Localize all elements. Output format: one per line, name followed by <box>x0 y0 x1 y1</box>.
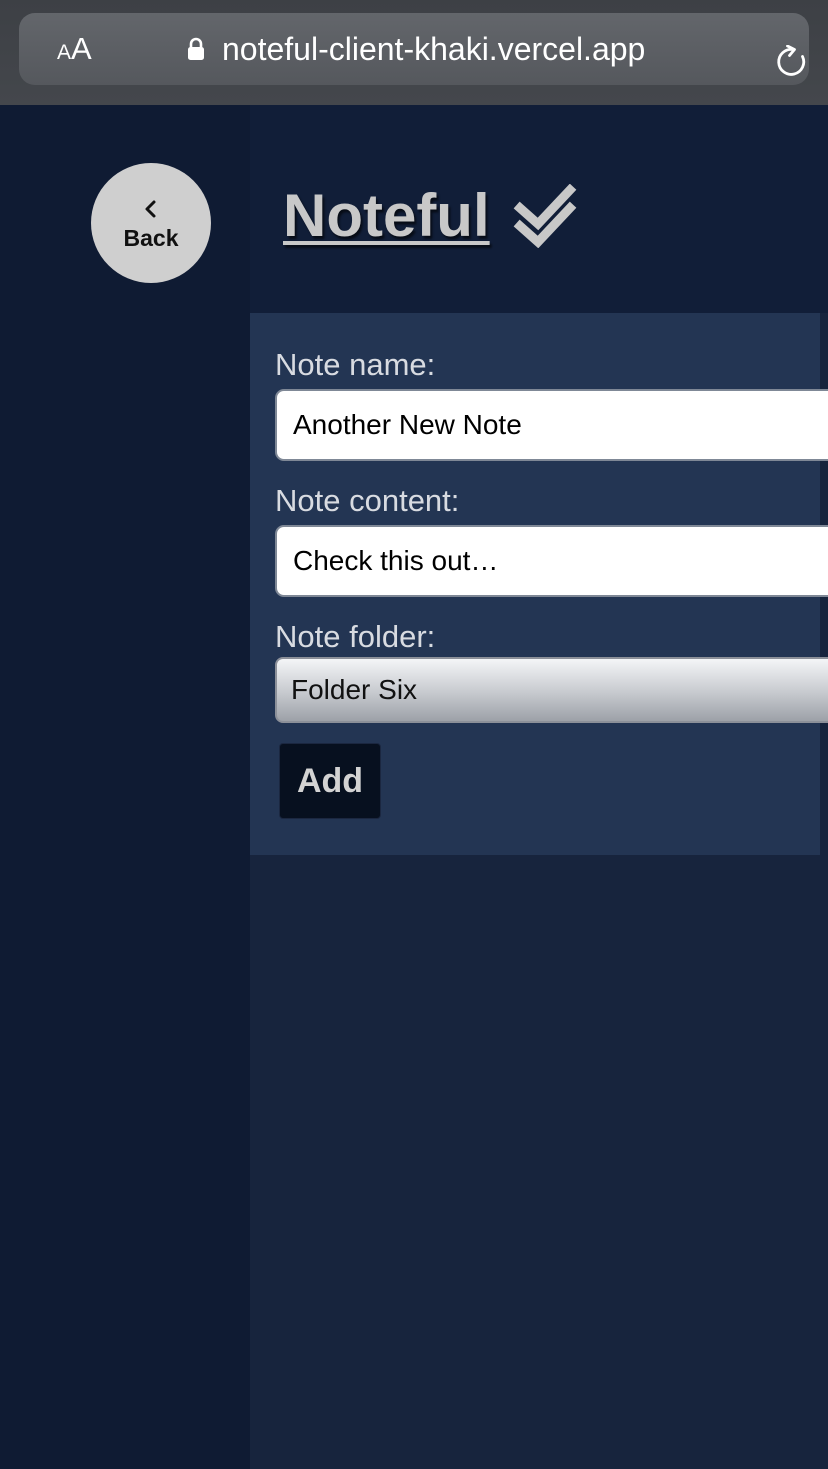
url-text: noteful-client-khaki.vercel.app <box>222 31 646 67</box>
add-note-button[interactable]: Add <box>279 743 381 819</box>
text-size-button[interactable]: AA <box>57 31 92 67</box>
lock-icon <box>188 37 204 60</box>
back-button[interactable]: Back <box>91 163 211 283</box>
app-title-link[interactable]: Noteful <box>283 180 490 252</box>
note-folder-select[interactable]: Folder Six <box>275 657 828 723</box>
note-content-input[interactable] <box>275 525 828 597</box>
double-check-icon <box>513 184 577 248</box>
note-content-label: Note content: <box>275 483 460 518</box>
browser-toolbar: AA noteful-client-khaki.vercel.app <box>0 0 828 105</box>
text-size-large-glyph: A <box>71 31 92 66</box>
note-name-input[interactable] <box>275 389 828 461</box>
text-size-small-glyph: A <box>57 41 72 64</box>
back-label: Back <box>123 225 179 251</box>
sidebar <box>0 105 250 1469</box>
note-folder-label: Note folder: <box>275 619 436 654</box>
chevron-left-icon <box>145 200 156 218</box>
address-bar[interactable]: AA noteful-client-khaki.vercel.app <box>19 13 809 85</box>
reload-icon[interactable] <box>776 45 810 79</box>
note-name-label: Note name: <box>275 347 436 382</box>
